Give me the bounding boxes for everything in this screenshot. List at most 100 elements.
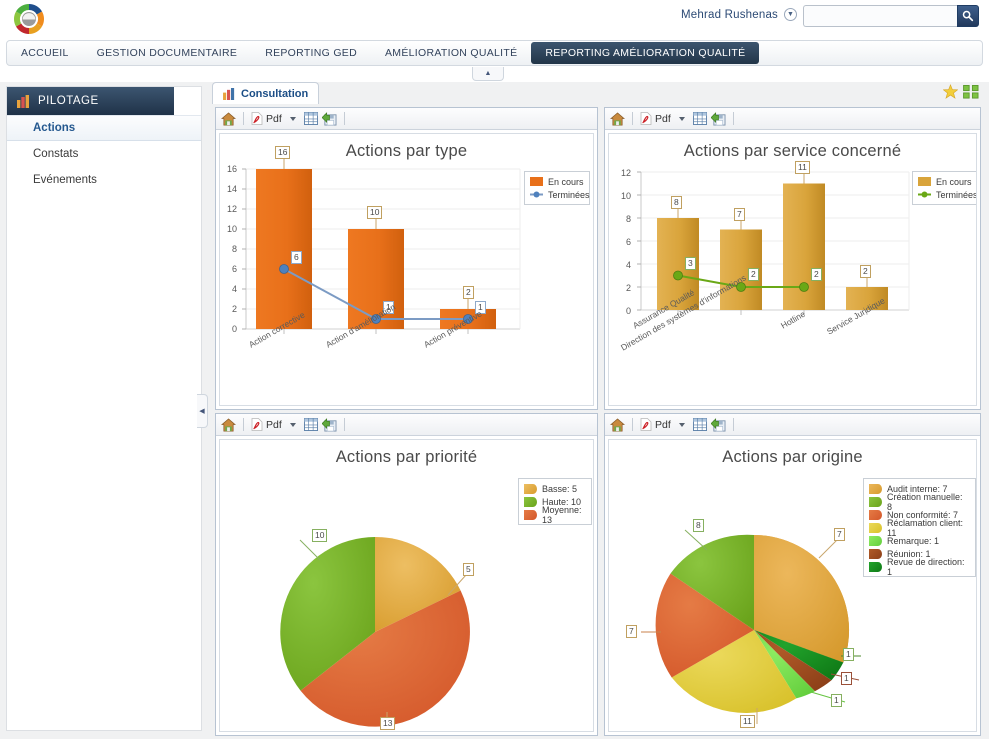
expand-widgets-icon[interactable] [963, 84, 980, 99]
global-search[interactable] [803, 5, 979, 27]
pie-value-label: 7 [626, 625, 637, 638]
chevron-down-icon[interactable] [289, 116, 296, 121]
export-save-icon[interactable] [710, 417, 726, 432]
pie-value-label: 10 [312, 529, 328, 542]
collapse-header-handle[interactable]: ▲ [472, 67, 504, 81]
toolbar-separator [732, 112, 734, 125]
tab-consultation[interactable]: Consultation [212, 82, 320, 104]
chart-legend: En cours Terminées [524, 171, 590, 205]
sidebar-item-evenements[interactable]: Evénements [7, 167, 201, 193]
chevron-down-icon[interactable] [678, 422, 685, 427]
toolbar-separator [243, 112, 244, 125]
toolbar-separator [343, 418, 345, 431]
legend-item: En cours [918, 175, 972, 188]
table-grid-icon[interactable] [692, 418, 707, 431]
legend-swatch-remarque [869, 535, 882, 546]
legend-swatch-reunion [869, 548, 882, 559]
chart-actions-par-service: Actions par service concerné 0 2 4 6 8 1… [608, 133, 977, 406]
pie-value-label: 1 [843, 648, 854, 661]
chart-actions-par-type: Actions par type 0 2 4 6 8 10 12 14 16 1… [219, 133, 594, 406]
table-grid-icon[interactable] [303, 112, 318, 125]
collapse-sidebar-handle[interactable]: ◀ [197, 394, 208, 428]
main-navigation: ACCUEIL GESTION DOCUMENTAIRE REPORTING G… [6, 40, 983, 66]
bar-value-label: 16 [275, 146, 291, 159]
bar-value-label: 7 [734, 208, 745, 221]
chevron-down-icon[interactable]: ▼ [784, 8, 797, 21]
legend-swatch-moyenne [524, 509, 537, 520]
search-icon [962, 10, 974, 22]
legend-swatch-reclamation-client [869, 522, 882, 533]
company-logo-ring[interactable] [12, 2, 46, 36]
bar-value-label: 10 [367, 206, 383, 219]
legend-item: Terminées [918, 188, 976, 201]
legend-label: Terminées [548, 189, 590, 200]
export-pdf-button[interactable]: Pdf [251, 418, 282, 431]
bar-value-label: 2 [860, 265, 871, 278]
bar-chart-icon [223, 87, 235, 100]
panel-toolbar: Pdf [216, 108, 597, 130]
content-area: Consultation Pdf Actions par type 0 2 4 … [212, 82, 984, 739]
sidebar-item-actions[interactable]: Actions [7, 115, 201, 141]
home-icon[interactable] [610, 111, 625, 126]
bar-value-label: 11 [795, 161, 810, 174]
toolbar-separator [632, 418, 633, 431]
chart-legend: En cours Terminées [912, 171, 976, 205]
nav-item-reporting-ged[interactable]: REPORTING GED [251, 41, 371, 65]
content-tools [943, 84, 980, 99]
pdf-label: Pdf [655, 418, 671, 431]
user-menu[interactable]: Mehrad Rushenas ▼ [681, 8, 797, 21]
legend-label: Réclamation client: 11 [887, 517, 964, 538]
home-icon[interactable] [610, 417, 625, 432]
panel-actions-par-priorite: Pdf Actions par priorité 10 5 13 Basse: … [215, 413, 598, 736]
chevron-down-icon[interactable] [289, 422, 296, 427]
pdf-icon [251, 418, 263, 431]
search-input[interactable] [803, 5, 957, 27]
export-pdf-button[interactable]: Pdf [640, 112, 671, 125]
legend-swatch-en-cours [918, 177, 931, 186]
star-icon[interactable] [943, 84, 958, 99]
nav-item-accueil[interactable]: ACCUEIL [7, 41, 83, 65]
export-save-icon[interactable] [321, 111, 337, 126]
bar-value-label: 8 [671, 196, 682, 209]
line-value-label: 2 [748, 268, 759, 281]
sidebar-item-constats[interactable]: Constats [7, 141, 201, 167]
panel-actions-par-origine: Pdf Actions par origine 8 7 7 11 1 1 1 A… [604, 413, 981, 736]
home-icon[interactable] [221, 417, 236, 432]
toolbar-separator [243, 418, 244, 431]
table-grid-icon[interactable] [303, 418, 318, 431]
home-icon[interactable] [221, 111, 236, 126]
legend-swatch-terminees [918, 190, 931, 199]
pie-value-label: 1 [831, 694, 842, 707]
panel-toolbar: Pdf [216, 414, 597, 436]
export-save-icon[interactable] [321, 417, 337, 432]
legend-swatch-audit-interne [869, 483, 882, 494]
export-pdf-button[interactable]: Pdf [640, 418, 671, 431]
chart-legend: Basse: 5 Haute: 10 Moyenne: 13 [518, 478, 592, 525]
panel-toolbar: Pdf [605, 414, 980, 436]
legend-swatch-creation-manuelle [869, 496, 882, 507]
line-value-label: 3 [685, 257, 696, 270]
export-pdf-button[interactable]: Pdf [251, 112, 282, 125]
toolbar-separator [343, 112, 345, 125]
nav-item-reporting-amelioration-qualite[interactable]: REPORTING AMÉLIORATION QUALITÉ [531, 42, 760, 64]
legend-label: En cours [936, 176, 972, 187]
search-button[interactable] [957, 5, 979, 27]
export-save-icon[interactable] [710, 111, 726, 126]
pie-value-label: 13 [380, 717, 396, 730]
sidebar-title: PILOTAGE [38, 95, 99, 107]
pie-value-label: 1 [841, 672, 852, 685]
content-tabstrip: Consultation [212, 82, 984, 104]
table-grid-icon[interactable] [692, 112, 707, 125]
chevron-down-icon[interactable] [678, 116, 685, 121]
pdf-label: Pdf [266, 418, 282, 431]
legend-label: Terminées [936, 189, 977, 200]
nav-item-gestion-documentaire[interactable]: GESTION DOCUMENTAIRE [83, 41, 252, 65]
legend-label: Basse: 5 [542, 483, 578, 494]
toolbar-separator [632, 112, 633, 125]
legend-label: Moyenne: 13 [542, 504, 582, 525]
toolbar-separator [732, 418, 734, 431]
legend-item: Réclamation client: 11 [869, 518, 970, 538]
legend-item: Création manuelle: 8 [869, 492, 970, 512]
pie-value-label: 8 [693, 519, 704, 532]
nav-item-amelioration-qualite[interactable]: AMÉLIORATION QUALITÉ [371, 41, 531, 65]
